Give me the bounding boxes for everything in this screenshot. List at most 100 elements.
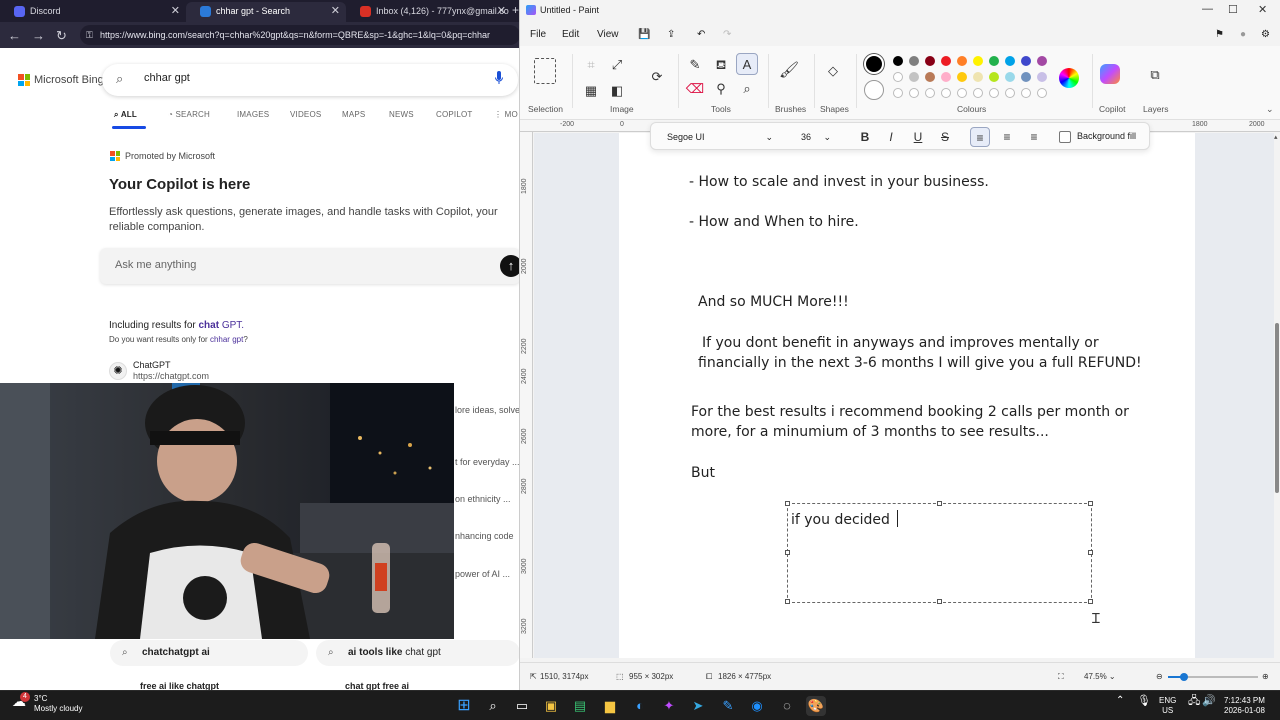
custom-color-slot[interactable] xyxy=(1037,88,1047,98)
zoom-level[interactable]: 47.5% ⌄ xyxy=(1084,672,1116,681)
custom-color-slot[interactable] xyxy=(1005,88,1015,98)
ask-copilot-input[interactable]: Ask me anything ↑ xyxy=(100,248,520,284)
underline-button[interactable]: U xyxy=(908,127,928,147)
custom-color-slot[interactable] xyxy=(1021,88,1031,98)
color-swatch[interactable] xyxy=(1021,56,1031,66)
color-swatch[interactable] xyxy=(957,72,967,82)
custom-color-slot[interactable] xyxy=(893,88,903,98)
tab-all[interactable]: ⌕ ALL xyxy=(114,110,137,120)
image-select-icon[interactable]: ▦ xyxy=(580,80,602,102)
resize-handle[interactable] xyxy=(1088,550,1093,555)
menu-view[interactable]: View xyxy=(597,29,619,40)
magnifier-icon[interactable]: ⌕ xyxy=(736,78,758,100)
zoom-slider[interactable] xyxy=(1168,673,1258,681)
menu-file[interactable]: File xyxy=(530,29,546,40)
refresh-icon[interactable]: ↻ xyxy=(56,28,67,44)
align-right-button[interactable]: ≡ xyxy=(1024,127,1044,147)
primary-color-swatch[interactable] xyxy=(864,54,884,74)
custom-color-slot[interactable] xyxy=(957,88,967,98)
start-button-icon[interactable]: ⊞ xyxy=(454,696,474,716)
close-icon[interactable]: ✕ xyxy=(497,2,506,20)
resize-handle[interactable] xyxy=(937,599,942,604)
language-indicator[interactable]: ENG US xyxy=(1159,696,1176,716)
resize-icon[interactable]: ⤢ xyxy=(606,54,628,76)
eraser-icon[interactable]: ⌫ xyxy=(684,78,706,100)
color-swatch[interactable] xyxy=(925,72,935,82)
color-swatch[interactable] xyxy=(893,72,903,82)
custom-color-slot[interactable] xyxy=(925,88,935,98)
bing-logo[interactable]: Microsoft Bing xyxy=(18,72,104,88)
scroll-up-icon[interactable]: ▴ xyxy=(1274,133,1278,141)
new-tab-icon[interactable]: + xyxy=(512,3,519,17)
color-swatch[interactable] xyxy=(989,56,999,66)
zoom-in-icon[interactable]: ⊕ xyxy=(1262,672,1269,681)
text-tool-icon[interactable]: A xyxy=(736,53,758,75)
tab-images[interactable]: IMAGES xyxy=(237,110,269,119)
color-swatch[interactable] xyxy=(893,56,903,66)
back-icon[interactable]: ← xyxy=(8,28,21,43)
close-icon[interactable]: ✕ xyxy=(171,2,180,20)
layers-icon[interactable]: ⧉ xyxy=(1144,64,1166,86)
store-icon[interactable]: ▣ xyxy=(541,696,561,716)
scrollbar-thumb[interactable] xyxy=(1275,323,1279,493)
edge-browser-icon[interactable]: ◐ xyxy=(630,696,650,716)
brush-icon[interactable]: 🖌 xyxy=(778,60,800,82)
clock[interactable]: 7:12:43 PM 2026-01-08 xyxy=(1224,696,1265,716)
steam-icon[interactable]: ◉ xyxy=(747,696,767,716)
custom-color-slot[interactable] xyxy=(973,88,983,98)
custom-color-slot[interactable] xyxy=(909,88,919,98)
background-fill-checkbox[interactable] xyxy=(1059,131,1071,143)
pencil-icon[interactable]: ✎ xyxy=(684,54,706,76)
tab-gmail[interactable]: Inbox (4,126) - 777ynx@gmail.co ✕ xyxy=(346,2,512,22)
align-center-button[interactable]: ≡ xyxy=(997,127,1017,147)
fit-to-window-icon[interactable]: ⛶ xyxy=(1058,672,1064,682)
paint-taskbar-icon[interactable]: 🎨 xyxy=(806,696,826,716)
tab-bing-search[interactable]: chhar gpt - Search ✕ xyxy=(186,2,346,22)
search-input[interactable]: ⌕ chhar gpt xyxy=(102,64,518,96)
resize-handle[interactable] xyxy=(785,599,790,604)
excel-icon[interactable]: ▤ xyxy=(570,696,590,716)
drawing-canvas[interactable]: - How to scale and invest in your busine… xyxy=(619,133,1195,658)
tab-videos[interactable]: VIDEOS xyxy=(290,110,321,119)
related-search-4[interactable]: chat gpt free ai xyxy=(345,681,409,690)
volume-icon[interactable]: 🔊 xyxy=(1202,696,1216,707)
undo-icon[interactable]: ↶ xyxy=(697,29,705,40)
microphone-tray-icon[interactable]: 🎙 xyxy=(1137,696,1151,707)
task-view-icon[interactable]: ▭ xyxy=(512,696,532,716)
file-explorer-icon[interactable]: ▆ xyxy=(600,696,620,716)
tab-more[interactable]: ⋮ MO xyxy=(494,110,518,119)
color-swatch[interactable] xyxy=(925,56,935,66)
resize-handle[interactable] xyxy=(785,501,790,506)
color-swatch[interactable] xyxy=(941,72,951,82)
result-url[interactable]: https://chatgpt.com xyxy=(133,371,209,381)
feedback-icon[interactable]: ⚑ xyxy=(1215,29,1224,40)
save-icon[interactable]: 💾 xyxy=(638,29,650,40)
original-query-link[interactable]: chhar gpt xyxy=(210,335,243,344)
color-swatch[interactable] xyxy=(973,72,983,82)
crop-icon[interactable]: ⌗ xyxy=(580,54,602,76)
search-icon[interactable]: ⌕ xyxy=(483,696,503,716)
color-swatch[interactable] xyxy=(909,72,919,82)
italic-button[interactable]: I xyxy=(881,127,901,147)
edit-colors-icon[interactable] xyxy=(1059,68,1079,88)
fill-icon[interactable]: ⛾ xyxy=(710,54,732,76)
share-icon[interactable]: ⇪ xyxy=(667,29,675,40)
color-swatch[interactable] xyxy=(1037,72,1047,82)
selection-tool-icon[interactable] xyxy=(534,58,556,84)
settings-icon[interactable]: ⚙ xyxy=(1261,29,1270,40)
minimize-icon[interactable]: — xyxy=(1202,3,1213,15)
menu-edit[interactable]: Edit xyxy=(562,29,579,40)
close-icon[interactable]: ✕ xyxy=(1258,3,1267,16)
strikethrough-button[interactable]: S xyxy=(935,127,955,147)
related-search-3[interactable]: free ai like chatgpt xyxy=(140,681,219,690)
resize-handle[interactable] xyxy=(1088,501,1093,506)
color-swatch[interactable] xyxy=(973,56,983,66)
tab-search[interactable]: ◔ SEARCH xyxy=(168,110,210,119)
tab-news[interactable]: NEWS xyxy=(389,110,414,119)
color-swatch[interactable] xyxy=(941,56,951,66)
zoom-slider-knob[interactable] xyxy=(1180,673,1189,681)
tab-maps[interactable]: MAPS xyxy=(342,110,365,119)
network-icon[interactable]: 🖧 xyxy=(1188,696,1200,707)
font-family-select[interactable]: Segoe UI ⌄ xyxy=(657,127,781,147)
vertical-scrollbar[interactable]: ▴ xyxy=(1274,133,1280,658)
